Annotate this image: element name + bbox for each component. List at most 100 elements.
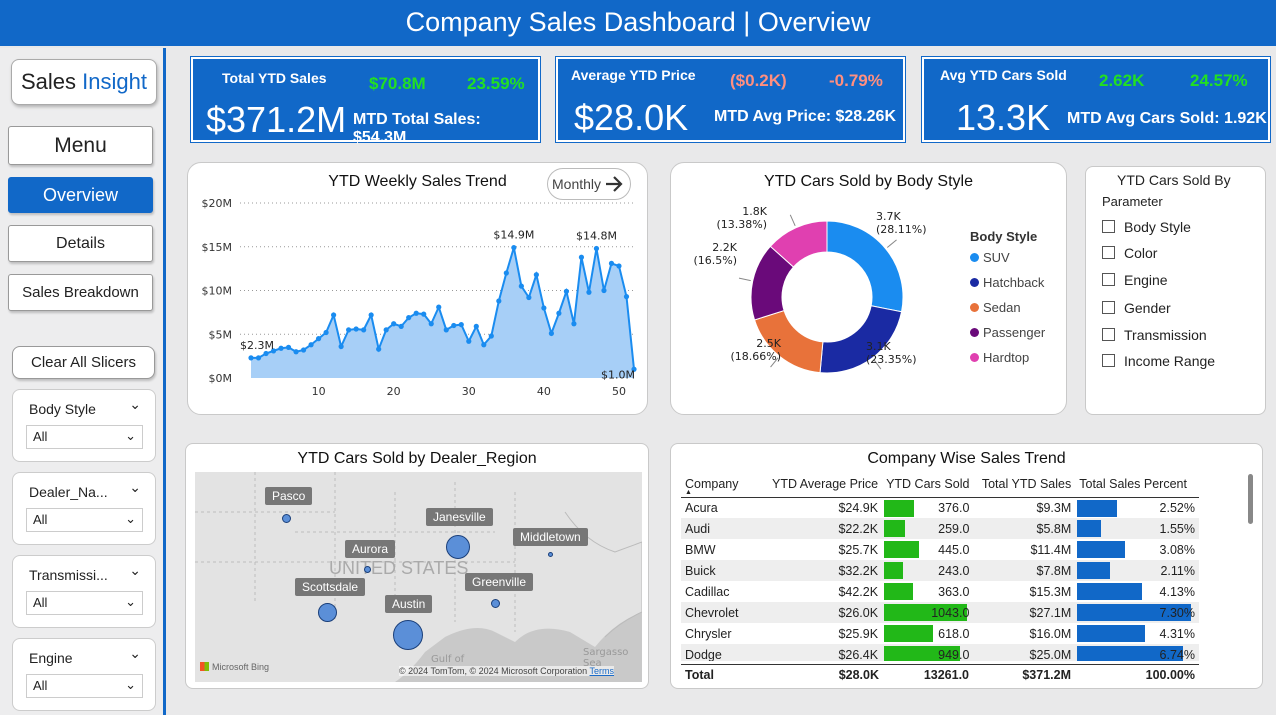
slicer-dealer-name-dropdown[interactable]: All ⌄: [26, 508, 143, 532]
table-row[interactable]: Cadillac $42.2K 363.0 $15.3M 4.13%: [681, 581, 1199, 602]
data-point[interactable]: [323, 329, 329, 336]
legend-item-suv[interactable]: SUV: [970, 250, 1066, 275]
data-point[interactable]: [571, 321, 577, 327]
menu-button[interactable]: Menu: [8, 126, 153, 165]
legend-item-sedan[interactable]: Sedan: [970, 300, 1066, 325]
map-bubble-aurora[interactable]: [364, 566, 371, 573]
data-point[interactable]: [300, 347, 307, 353]
data-point[interactable]: [391, 321, 397, 327]
data-point[interactable]: [616, 263, 622, 269]
checkbox[interactable]: [1102, 328, 1115, 341]
param-option-color[interactable]: Color: [1102, 245, 1157, 261]
param-option-engine[interactable]: Engine: [1102, 272, 1168, 288]
data-point[interactable]: [413, 310, 419, 316]
data-point[interactable]: [578, 254, 585, 260]
map-canvas[interactable]: UNITED STATES Sargasso Sea Gulf of Pasco…: [195, 472, 642, 682]
data-point[interactable]: [376, 346, 382, 352]
col-header-total-sales[interactable]: Total YTD Sales: [973, 471, 1075, 497]
data-point[interactable]: [293, 349, 299, 355]
data-point[interactable]: [601, 287, 607, 294]
checkbox[interactable]: [1102, 273, 1115, 286]
param-option-transmission[interactable]: Transmission: [1102, 327, 1207, 343]
table-scrollbar[interactable]: [1248, 474, 1253, 524]
checkbox[interactable]: [1102, 354, 1115, 367]
col-header-avg-price[interactable]: YTD Average Price: [762, 471, 882, 497]
data-point[interactable]: [541, 305, 547, 311]
data-point[interactable]: [451, 322, 457, 329]
data-point[interactable]: [458, 322, 464, 328]
data-point[interactable]: [488, 333, 494, 339]
param-option-income-range[interactable]: Income Range: [1102, 353, 1215, 369]
table-row[interactable]: Chrysler $25.9K 618.0 $16.0M 4.31%: [681, 623, 1199, 644]
data-point[interactable]: [248, 355, 254, 361]
chevron-down-icon[interactable]: ⌄: [129, 480, 141, 496]
legend-item-passenger[interactable]: Passenger: [970, 325, 1066, 350]
data-point[interactable]: [593, 245, 600, 252]
data-point[interactable]: [406, 315, 412, 321]
chevron-down-icon[interactable]: ⌄: [129, 646, 141, 662]
data-point[interactable]: [278, 345, 284, 351]
data-point[interactable]: [308, 342, 314, 348]
param-option-gender[interactable]: Gender: [1102, 300, 1171, 316]
data-point[interactable]: [338, 343, 344, 350]
data-point[interactable]: [361, 327, 367, 333]
data-point[interactable]: [481, 342, 487, 348]
nav-details-button[interactable]: Details: [8, 225, 153, 262]
slicer-transmission-dropdown[interactable]: All ⌄: [26, 591, 143, 615]
map-bubble-middletown[interactable]: [548, 552, 553, 557]
slicer-body-style-dropdown[interactable]: All ⌄: [26, 425, 143, 449]
data-point[interactable]: [473, 323, 479, 329]
data-point[interactable]: [331, 312, 337, 318]
table-row[interactable]: Acura $24.9K 376.0 $9.3M 2.52%: [681, 497, 1199, 518]
data-point[interactable]: [556, 310, 562, 316]
map-bubble-greenville[interactable]: [491, 599, 500, 608]
data-point[interactable]: [436, 304, 442, 310]
chevron-down-icon[interactable]: ⌄: [129, 563, 141, 579]
data-point[interactable]: [623, 294, 630, 300]
param-option-body-style[interactable]: Body Style: [1102, 219, 1191, 235]
data-point[interactable]: [346, 327, 352, 333]
data-point[interactable]: [511, 245, 517, 251]
data-point[interactable]: [428, 321, 434, 327]
checkbox[interactable]: [1102, 220, 1115, 233]
legend-item-hardtop[interactable]: Hardtop: [970, 350, 1066, 375]
data-point[interactable]: [255, 355, 262, 361]
table-row[interactable]: Dodge $26.4K 949.0 $25.0M 6.74%: [681, 644, 1199, 661]
data-point[interactable]: [563, 288, 570, 294]
data-point[interactable]: [315, 336, 322, 342]
data-point[interactable]: [533, 272, 539, 278]
table-row[interactable]: Chevrolet $26.0K 1043.0 $27.1M 7.30%: [681, 602, 1199, 623]
legend-item-hatchback[interactable]: Hatchback: [970, 275, 1066, 300]
data-point[interactable]: [518, 283, 524, 289]
col-header-cars-sold[interactable]: YTD Cars Sold: [882, 471, 973, 497]
data-point[interactable]: [353, 326, 359, 332]
data-point[interactable]: [503, 270, 509, 276]
data-point[interactable]: [398, 323, 404, 329]
checkbox[interactable]: [1102, 246, 1115, 259]
data-point[interactable]: [466, 338, 472, 344]
data-point[interactable]: [285, 344, 292, 350]
col-header-company[interactable]: Company ▲: [681, 471, 762, 497]
slicer-engine-dropdown[interactable]: All ⌄: [26, 674, 143, 698]
data-point[interactable]: [586, 289, 592, 295]
table-scroll-area[interactable]: Company ▲ YTD Average Price YTD Cars Sold…: [681, 471, 1199, 661]
chevron-down-icon[interactable]: ⌄: [129, 397, 141, 413]
col-header-sales-pct[interactable]: Total Sales Percent: [1075, 471, 1199, 497]
table-row[interactable]: BMW $25.7K 445.0 $11.4M 3.08%: [681, 539, 1199, 560]
table-row[interactable]: Buick $32.2K 243.0 $7.8M 2.11%: [681, 560, 1199, 581]
table-row[interactable]: Audi $22.2K 259.0 $5.8M 1.55%: [681, 518, 1199, 539]
data-point[interactable]: [421, 311, 427, 317]
clear-slicers-button[interactable]: Clear All Slicers: [12, 346, 155, 379]
checkbox[interactable]: [1102, 301, 1115, 314]
data-point[interactable]: [496, 298, 502, 304]
nav-overview-button[interactable]: Overview: [8, 177, 153, 213]
nav-sales-breakdown-button[interactable]: Sales Breakdown: [8, 274, 153, 311]
map-bubble-pasco[interactable]: [282, 514, 291, 523]
data-point[interactable]: [443, 327, 449, 333]
data-point[interactable]: [368, 312, 374, 318]
map-bubble-scottsdale[interactable]: [318, 603, 337, 622]
terms-link[interactable]: Terms: [590, 666, 615, 676]
data-point[interactable]: [548, 330, 554, 336]
data-point[interactable]: [526, 294, 532, 301]
map-bubble-austin[interactable]: [393, 620, 423, 650]
